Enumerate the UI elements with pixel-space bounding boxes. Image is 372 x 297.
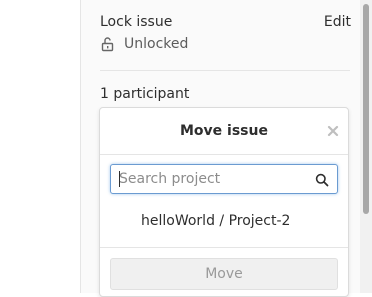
- sidebar-scrollbar-thumb[interactable]: [363, 4, 369, 214]
- lock-edit-link[interactable]: Edit: [324, 14, 351, 30]
- project-search-box: [110, 164, 338, 194]
- lock-status-label: Unlocked: [124, 36, 189, 52]
- close-icon[interactable]: [326, 123, 340, 137]
- project-list-item[interactable]: helloWorld / Project-2: [100, 208, 348, 234]
- move-issue-header: Move issue: [100, 108, 348, 155]
- sidebar-scrollbar[interactable]: [360, 0, 372, 293]
- participants-count: 1 participant: [100, 86, 190, 102]
- move-button[interactable]: Move: [110, 258, 338, 290]
- lock-status: Unlocked: [100, 36, 350, 52]
- lock-issue-title: Lock issue: [100, 14, 173, 30]
- lock-issue-block: Lock issue Edit Unlocked: [100, 14, 351, 52]
- move-issue-dropdown: Move issue helloWorld / Project-2 Move: [99, 107, 349, 297]
- sidebar-divider: [100, 70, 350, 71]
- dropdown-footer-divider: [100, 247, 348, 248]
- text-caret: [119, 171, 120, 187]
- project-search-input[interactable]: [111, 165, 301, 193]
- search-icon[interactable]: [315, 172, 329, 187]
- move-issue-title: Move issue: [180, 123, 268, 139]
- unlocked-padlock-icon: [100, 36, 116, 52]
- page-gutter: [0, 0, 80, 293]
